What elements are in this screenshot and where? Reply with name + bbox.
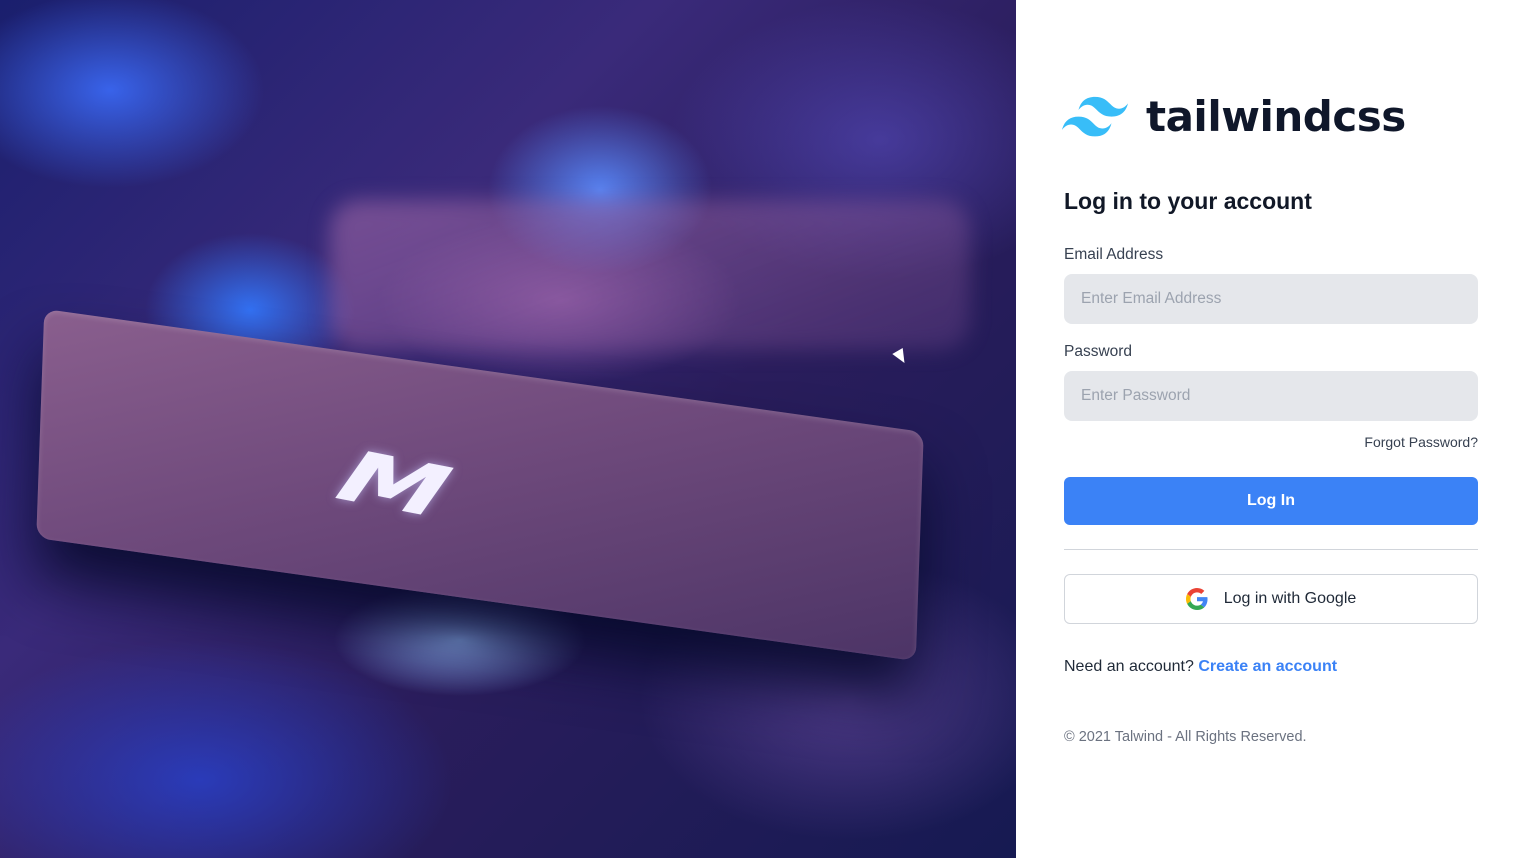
login-panel: tailwindcss Log in to your account Email… <box>1016 0 1521 858</box>
hero-image: M <box>0 0 1016 858</box>
mouse-cursor-icon <box>892 347 910 367</box>
email-label: Email Address <box>1064 246 1164 263</box>
google-g-icon <box>1185 588 1208 610</box>
copyright: © 2021 Talwind - All Rights Reserved. <box>1064 729 1307 745</box>
page-title: Log in to your account <box>1064 188 1312 214</box>
keyboard-key <box>36 308 924 662</box>
signup-row: Need an account? Create an account <box>1064 658 1337 676</box>
brand-name: tailwindcss <box>1146 92 1406 141</box>
email-field[interactable] <box>1064 274 1478 324</box>
divider <box>1064 549 1478 550</box>
password-field[interactable] <box>1064 371 1478 421</box>
signup-prompt: Need an account? <box>1064 658 1194 675</box>
brand-logo: tailwindcss <box>1062 92 1406 141</box>
tailwind-wave-icon <box>1062 96 1128 136</box>
background-key <box>330 200 970 350</box>
forgot-password-link[interactable]: Forgot Password? <box>1364 434 1478 450</box>
password-label: Password <box>1064 343 1133 360</box>
google-login-button[interactable]: Log in with Google <box>1064 574 1478 624</box>
login-button[interactable]: Log In <box>1064 477 1478 525</box>
create-account-link[interactable]: Create an account <box>1198 658 1337 675</box>
google-login-label: Log in with Google <box>1223 590 1357 607</box>
